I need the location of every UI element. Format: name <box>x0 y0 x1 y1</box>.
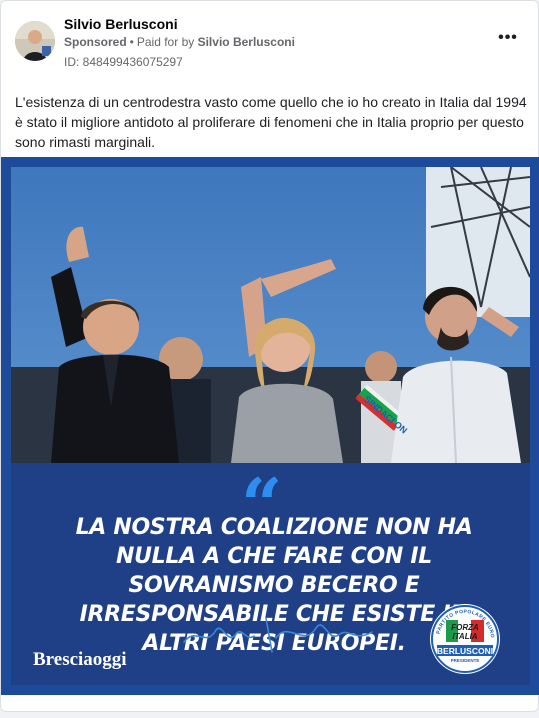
page-name[interactable]: Silvio Berlusconi <box>64 16 178 32</box>
page-avatar[interactable] <box>15 21 55 61</box>
logo-italia: ITALIA <box>452 632 477 641</box>
sponsored-label: Sponsored <box>64 35 127 49</box>
quote-panel: “ LA NOSTRA COALIZIONE NON HA NULLA A CH… <box>11 463 530 685</box>
meta-separator: • <box>129 35 134 49</box>
more-options-icon[interactable]: ••• <box>495 29 521 47</box>
signature-image <box>183 617 373 653</box>
rally-photo: SINDACI ON <box>11 167 530 463</box>
post-body-text: L'esistenza di un centrodestra vasto com… <box>15 94 527 150</box>
paid-for-prefix: Paid for by <box>136 35 195 49</box>
ad-id: ID: 848499436075297 <box>64 55 183 69</box>
rally-photo-image: SINDACI ON <box>11 167 530 463</box>
paid-for-name[interactable]: Silvio Berlusconi <box>198 35 295 49</box>
forza-italia-logo: PARTITO POPOLARE EUROPEO FORZA ITALIA BE… <box>429 603 500 674</box>
sponsored-line: Sponsored • Paid for by Silvio Berlusconi <box>64 35 295 49</box>
ad-card: Silvio Berlusconi Sponsored • Paid for by … <box>0 0 539 712</box>
avatar-image <box>15 21 55 61</box>
logo-name: BERLUSCONI <box>437 646 493 656</box>
ad-creative[interactable]: SINDACI ON “ LA NOSTRA COALIZIONE NON HA… <box>1 157 539 695</box>
logo-title: PRESIDENTE <box>451 658 480 663</box>
logo-forza: FORZA <box>451 623 479 632</box>
newspaper-logo: Bresciaoggi <box>33 649 127 670</box>
